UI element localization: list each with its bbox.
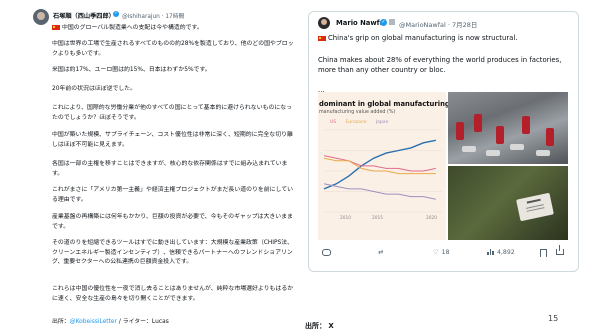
post-paragraph: 産業基盤の再構築には何年もかかり、巨額の投資が必要で、今もそのギャップは大きいま…	[52, 214, 293, 230]
post-paragraph: その道のりを短縮できるツールはすでに動き出しています：大規模な産業政策（CHIP…	[52, 240, 294, 266]
factory-robots-photo[interactable]	[448, 92, 568, 164]
chart-title: dominant in global manufacturing	[319, 100, 450, 108]
retweet-icon: ⇄	[378, 249, 384, 256]
retweet-button[interactable]: ⇄	[378, 249, 386, 256]
post-paragraph: 中国は世界の工場で生産されるすべてのものの約28%を製造しており、他のどの国やブ…	[52, 41, 294, 57]
views-icon	[487, 249, 494, 255]
bookmark-icon	[540, 249, 547, 257]
post-paragraph: 米国は約17%、ユーロ圏は約15%、日本はわずか5%です。	[52, 67, 211, 73]
chart-subtitle: manufacturing value added (%)	[319, 110, 396, 115]
series-line-china	[323, 139, 436, 190]
reply-button[interactable]	[322, 249, 334, 257]
reply-icon	[322, 249, 331, 256]
verified-icon: ✓	[380, 19, 387, 26]
china-flag-icon	[318, 35, 326, 41]
post-paragraph: 20年前の状況はほぼ逆でした。	[52, 86, 137, 92]
x-tick-label: 2020	[426, 216, 437, 221]
post-paragraph: 中国のグローバル製造業への支配は今や構造的です。	[52, 24, 294, 34]
x-tick-label: 2015	[372, 216, 383, 221]
affiliation-badge-icon	[389, 19, 395, 25]
bookmark-button[interactable]	[540, 249, 547, 258]
share-button[interactable]	[556, 245, 564, 256]
x-tick-label: 2010	[340, 216, 351, 221]
china-flag-icon	[52, 24, 60, 30]
author-handle[interactable]: @ishiharajun · 17時間	[122, 11, 184, 20]
series-line-us	[323, 155, 436, 172]
source-prefix: 出所：	[52, 319, 70, 325]
tweet-body: China makes about 28% of everything the …	[318, 56, 562, 94]
line-chart	[323, 129, 442, 213]
heart-icon: ♡	[433, 249, 439, 256]
post-paragraph: これがまさに「アメリカ第一主義」や経済主権プロジェクトがまだ長い道のりを前にして…	[52, 187, 294, 203]
verified-icon: ✓	[113, 11, 119, 17]
views-button[interactable]: 4,892	[487, 249, 515, 256]
avatar[interactable]	[318, 17, 330, 29]
tweet-headline: China's grip on global manufacturing is …	[318, 34, 518, 42]
author-name[interactable]: 石塚順（西山季四郎）	[53, 11, 115, 20]
post-paragraph: 各国は一部の主権を移すことはできますが、核心的な依存関係はすでに組み込まれていま…	[52, 161, 288, 177]
like-button[interactable]: ♡ 18	[433, 249, 449, 256]
author-handle[interactable]: @MarioNawfal · 7月28日	[399, 19, 477, 29]
share-icon	[556, 245, 564, 255]
post-source: 出所：@KobeissiLetter / ライター：Lucas	[52, 316, 169, 325]
made-in-china-label-photo[interactable]	[448, 166, 568, 240]
citation: 出所： X	[305, 322, 334, 330]
avatar[interactable]	[33, 9, 49, 25]
post-paragraph: これらは中国の優位性を一夜で消し去ることはありませんが、純粋な市場選好よりもはる…	[52, 286, 294, 302]
source-link[interactable]: @KobeissiLetter	[70, 319, 117, 325]
source-suffix: / ライター：Lucas	[116, 319, 169, 325]
author-name[interactable]: Mario Nawfal	[336, 19, 387, 27]
post-paragraph: これにより、国際的な労働分業が他のすべての国にとって基本的に避けられないものにな…	[52, 105, 293, 121]
page-number: 15	[548, 314, 559, 323]
post-paragraph: 中国が築いた規模、サプライチェーン、コスト優位性は非常に深く、短期的に完全な切り…	[52, 132, 293, 148]
